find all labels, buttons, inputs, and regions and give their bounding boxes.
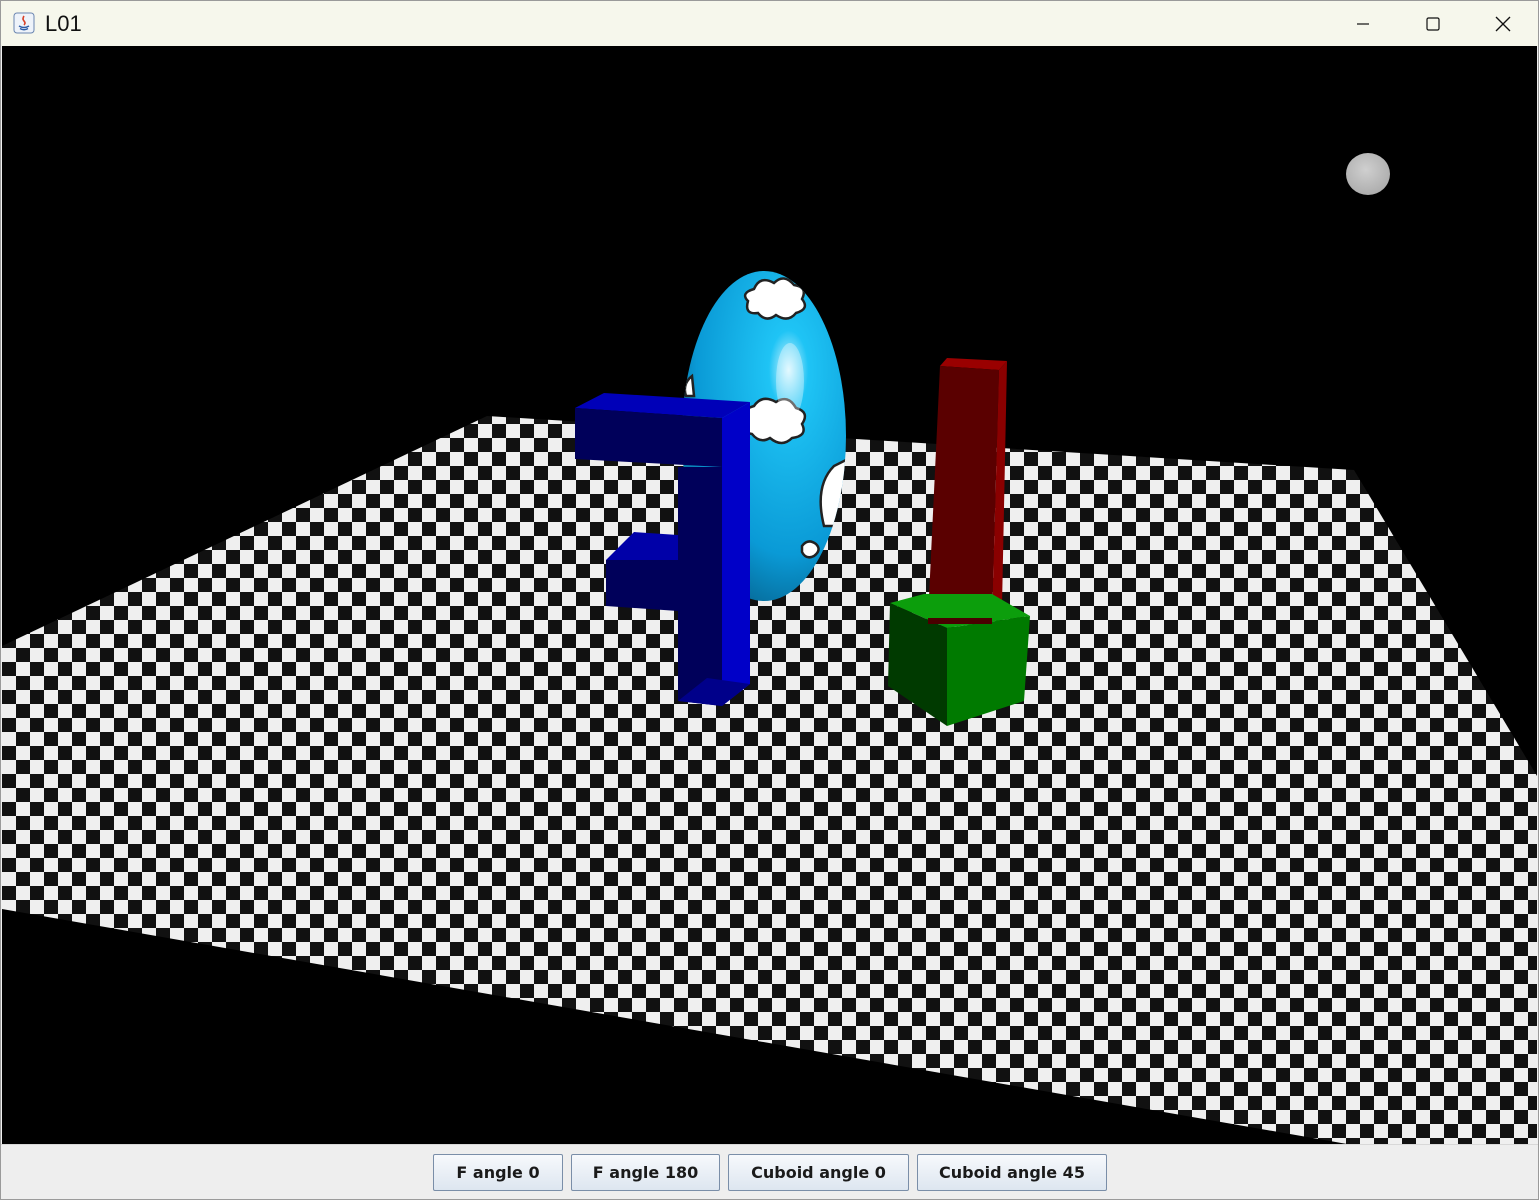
cuboid-angle-45-button[interactable]: Cuboid angle 45 <box>917 1154 1107 1191</box>
window-title: L01 <box>45 11 82 36</box>
app-window: L01 F angle 0 F angle 180 Cuboid angle 0… <box>0 0 1539 1200</box>
f-angle-180-button[interactable]: F angle 180 <box>571 1154 720 1191</box>
red-cuboid <box>928 358 1007 618</box>
maximize-icon <box>1426 16 1440 31</box>
title-bar[interactable]: L01 <box>1 1 1538 46</box>
minimize-icon <box>1357 22 1369 25</box>
maximize-button[interactable] <box>1398 1 1468 46</box>
close-button[interactable] <box>1468 1 1538 46</box>
scene-canvas <box>2 153 1537 1144</box>
control-panel: F angle 0 F angle 180 Cuboid angle 0 Cub… <box>1 1144 1538 1199</box>
f-angle-0-button[interactable]: F angle 0 <box>433 1154 563 1191</box>
3d-viewport[interactable] <box>2 46 1537 1144</box>
light-sphere <box>1346 153 1390 195</box>
java-app-icon <box>13 12 35 34</box>
minimize-button[interactable] <box>1328 1 1398 46</box>
close-icon <box>1495 16 1511 31</box>
cuboid-angle-0-button[interactable]: Cuboid angle 0 <box>728 1154 909 1191</box>
